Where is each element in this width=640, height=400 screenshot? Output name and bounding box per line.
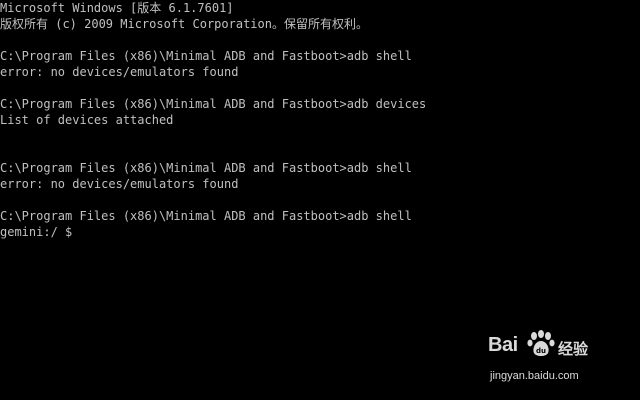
console-line: error: no devices/emulators found xyxy=(0,65,239,79)
console-line: C:\Program Files (x86)\Minimal ADB and F… xyxy=(0,49,412,63)
console-output: Microsoft Windows [版本 6.1.7601] 版权所有 (c)… xyxy=(0,0,640,240)
console-line: C:\Program Files (x86)\Minimal ADB and F… xyxy=(0,209,412,223)
shell-prompt: gemini:/ $ xyxy=(0,225,80,239)
console-line: C:\Program Files (x86)\Minimal ADB and F… xyxy=(0,161,412,175)
svg-text:du: du xyxy=(536,347,546,355)
baidu-jingyan-watermark: Bai du 经验 jingyan.baidu.com xyxy=(488,328,618,388)
watermark-brand: Bai xyxy=(488,334,518,356)
console-line: error: no devices/emulators found xyxy=(0,177,239,191)
watermark-logo: Bai du 经验 xyxy=(488,328,618,368)
shell-prompt-line[interactable]: gemini:/ $ xyxy=(0,224,640,240)
console-line: List of devices attached xyxy=(0,113,174,127)
console-line: C:\Program Files (x86)\Minimal ADB and F… xyxy=(0,97,427,111)
watermark-url: jingyan.baidu.com xyxy=(490,370,579,382)
console-line: Microsoft Windows [版本 6.1.7601] xyxy=(0,1,234,15)
console-line: 版权所有 (c) 2009 Microsoft Corporation。保留所有… xyxy=(0,17,368,31)
watermark-brand-suffix: 经验 xyxy=(558,340,589,358)
baidu-paw-icon: du xyxy=(527,330,555,356)
console-window[interactable]: Microsoft Windows [版本 6.1.7601] 版权所有 (c)… xyxy=(0,0,640,400)
